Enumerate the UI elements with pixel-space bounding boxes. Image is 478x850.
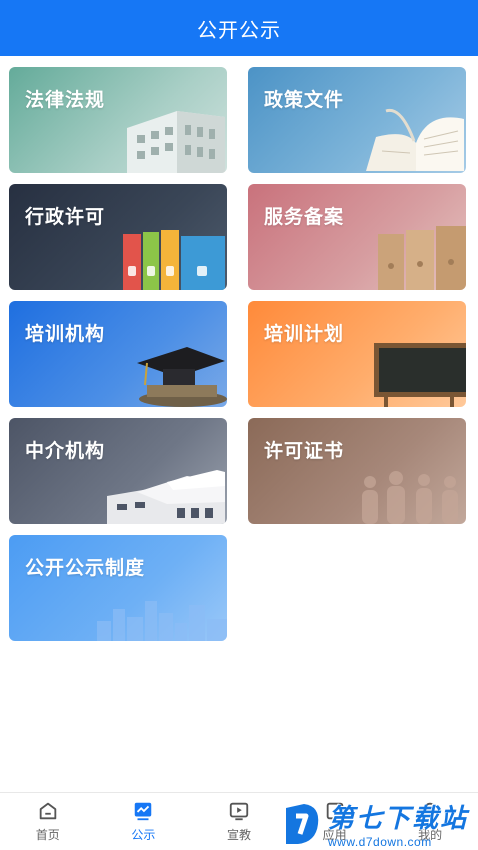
video-icon	[229, 802, 249, 821]
page-header: 公开公示	[0, 0, 478, 56]
building-illustration	[127, 111, 225, 173]
card-service-filing[interactable]: 服务备案	[248, 184, 466, 290]
card-label: 行政许可	[25, 207, 106, 228]
card-training-institution[interactable]: 培训机构	[9, 301, 227, 407]
card-label: 政策文件	[264, 90, 345, 111]
card-policy[interactable]: 政策文件	[248, 67, 466, 173]
people-silhouette-illustration	[362, 471, 458, 524]
page-title: 公开公示	[197, 19, 281, 42]
card-laws[interactable]: 法律法规	[9, 67, 227, 173]
card-label: 服务备案	[264, 207, 345, 228]
card-admin-license[interactable]: 行政许可	[9, 184, 227, 290]
watermark-title: 第七下载站	[328, 803, 469, 833]
site-watermark: 第七下载站 www.d7down.com	[282, 797, 478, 850]
graduation-cap-illustration	[137, 347, 227, 407]
building-illustration	[107, 470, 225, 524]
tab-label: 宣教	[226, 828, 251, 842]
tab-education[interactable]: 宣教	[191, 793, 287, 850]
chart-icon	[135, 802, 152, 821]
card-label: 中介机构	[25, 441, 106, 462]
card-label: 公开公示制度	[25, 558, 146, 579]
card-label: 许可证书	[264, 441, 345, 462]
open-book-illustration	[366, 108, 464, 171]
tab-disclosure[interactable]: 公示	[96, 793, 192, 850]
home-icon	[39, 802, 57, 820]
tab-label: 公示	[131, 828, 156, 842]
card-license-certificate[interactable]: 许可证书	[248, 418, 466, 524]
card-agency[interactable]: 中介机构	[9, 418, 227, 524]
card-disclosure-system[interactable]: 公开公示制度	[9, 535, 227, 641]
card-label: 培训计划	[264, 324, 345, 345]
city-skyline-illustration	[97, 601, 227, 641]
card-label: 法律法规	[25, 90, 106, 111]
binders-illustration	[123, 230, 225, 290]
blackboard-illustration	[374, 343, 466, 407]
card-label: 培训机构	[25, 324, 106, 345]
tab-label: 首页	[35, 828, 60, 842]
watermark-logo-icon	[286, 803, 319, 844]
watermark-url: www.d7down.com	[328, 835, 432, 849]
archive-folders-illustration	[378, 226, 466, 290]
card-training-plan[interactable]: 培训计划	[248, 301, 466, 407]
tab-home[interactable]: 首页	[0, 793, 96, 850]
